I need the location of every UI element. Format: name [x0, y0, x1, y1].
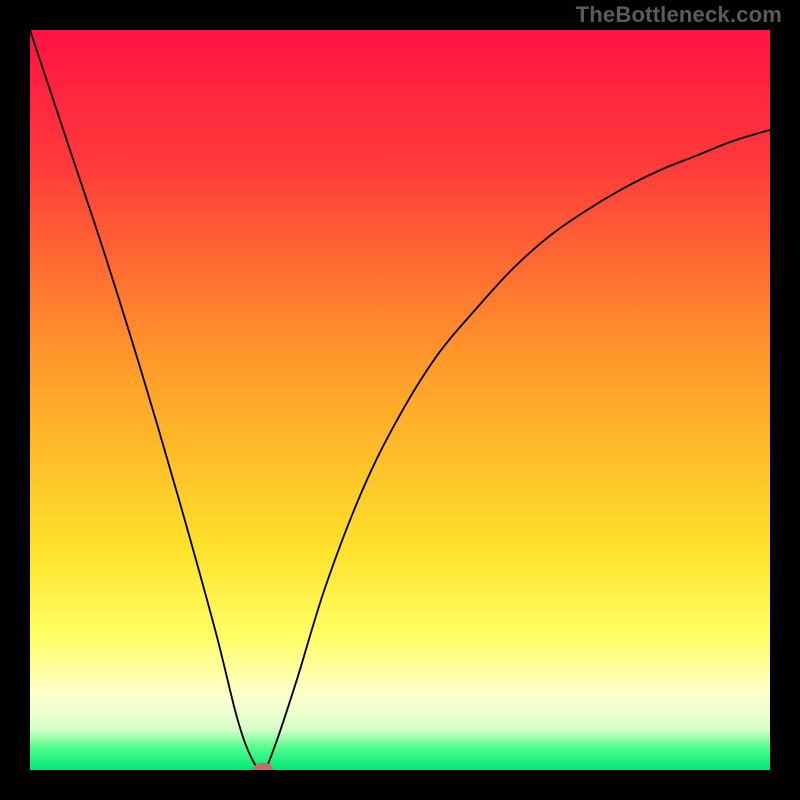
bottleneck-chart: [30, 30, 770, 770]
chart-frame: TheBottleneck.com: [0, 0, 800, 800]
chart-background: [30, 30, 770, 770]
watermark-label: TheBottleneck.com: [576, 2, 782, 28]
